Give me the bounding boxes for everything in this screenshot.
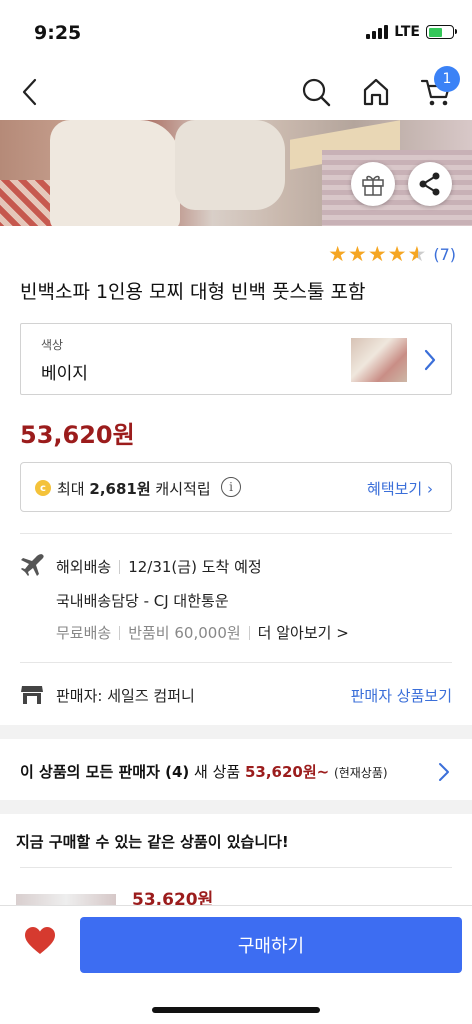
- search-button[interactable]: [298, 74, 334, 110]
- option-selector[interactable]: 색상 베이지: [20, 323, 452, 395]
- seller-name: 판매자: 세일즈 컴퍼니: [56, 687, 195, 705]
- battery-icon: [426, 25, 457, 39]
- status-bar: 9:25 LTE: [0, 0, 472, 64]
- shipping-type: 해외배송: [56, 558, 112, 576]
- heart-icon[interactable]: [24, 926, 56, 956]
- product-image[interactable]: [0, 120, 472, 226]
- current-product-note: (현재상품): [334, 766, 388, 780]
- section-separator: [0, 800, 472, 814]
- shipping-more-link[interactable]: 더 알아보기 >: [258, 624, 349, 642]
- shipping-line-3: 무료배송 반품비 60,000원 더 알아보기 >: [56, 622, 349, 643]
- free-shipping: 무료배송: [56, 624, 112, 642]
- all-sellers-row[interactable]: 이 상품의 모든 판매자 (4) 새 상품 53,620원~ (현재상품): [20, 761, 388, 782]
- home-indicator: [152, 1007, 320, 1013]
- chevron-left-icon: [22, 78, 37, 106]
- arrival-date: 12/31(금) 도착 예정: [128, 558, 262, 576]
- gift-icon: [362, 175, 384, 196]
- shipping-line-1: 해외배송 12/31(금) 도착 예정: [56, 556, 262, 577]
- top-nav: 1: [0, 64, 472, 120]
- gift-button[interactable]: [351, 162, 395, 206]
- all-sellers-label: 이 상품의 모든 판매자 (4): [20, 763, 190, 781]
- half-star-icon: ★: [407, 242, 427, 266]
- star-icon: ★: [387, 242, 407, 266]
- section-separator: [0, 725, 472, 739]
- cash-reward-box: c 최대 2,681원 캐시적립 i 혜택보기 ›: [20, 462, 452, 512]
- cash-suffix: 캐시적립: [155, 480, 211, 498]
- option-thumbnail: [351, 338, 407, 382]
- same-products-title: 지금 구매할 수 있는 같은 상품이 있습니다!: [16, 833, 289, 851]
- option-label: 색상: [41, 338, 64, 352]
- search-icon: [302, 78, 331, 107]
- cash-text: 최대 2,681원 캐시적립: [57, 478, 211, 499]
- seller-products-link[interactable]: 판매자 상품보기: [351, 685, 452, 706]
- rating-summary[interactable]: ★ ★ ★ ★ ★ (7): [328, 244, 456, 265]
- divider: [20, 662, 452, 663]
- benefit-link[interactable]: 혜택보기 ›: [367, 478, 433, 499]
- info-icon[interactable]: i: [221, 477, 241, 497]
- star-icon: ★: [367, 242, 387, 266]
- product-price: 53,620원: [20, 421, 135, 449]
- cash-prefix: 최대: [57, 480, 85, 498]
- status-indicators: LTE: [366, 24, 457, 40]
- divider: [20, 533, 452, 534]
- cart-button[interactable]: 1: [418, 66, 460, 110]
- star-icon: ★: [328, 242, 348, 266]
- airplane-icon: [21, 554, 44, 576]
- all-sellers-price: 53,620원~: [244, 763, 330, 781]
- home-icon: [363, 78, 389, 106]
- share-button[interactable]: [408, 162, 452, 206]
- store-icon: [21, 686, 43, 704]
- cart-count-badge: 1: [434, 66, 460, 92]
- cash-amount: 2,681원: [89, 480, 151, 498]
- network-label: LTE: [394, 24, 420, 40]
- share-icon: [419, 172, 440, 196]
- return-fee: 반품비 60,000원: [128, 624, 241, 642]
- chevron-right-icon[interactable]: [438, 762, 450, 782]
- back-button[interactable]: [12, 74, 48, 110]
- cash-coin-icon: c: [35, 480, 51, 496]
- chevron-right-icon: [424, 349, 436, 371]
- status-time: 9:25: [34, 22, 82, 44]
- signal-icon: [366, 25, 389, 39]
- star-icon: ★: [348, 242, 367, 266]
- bottom-action-bar: 구매하기: [0, 905, 472, 1024]
- product-title: 빈백소파 1인용 모찌 대형 빈백 풋스툴 포함: [20, 281, 366, 303]
- buy-button[interactable]: 구매하기: [80, 917, 462, 973]
- option-value: 베이지: [41, 364, 88, 384]
- new-product-label: 새 상품: [194, 763, 241, 781]
- shipping-carrier: 국내배송담당 - CJ 대한통운: [56, 592, 229, 610]
- product-detail-page: 9:25 LTE 1 ★ ★ ★ ★ ★ (7) 빈백소파 1인용 모찌 대형 …: [0, 0, 472, 1024]
- divider: [20, 867, 452, 868]
- home-button[interactable]: [358, 74, 394, 110]
- review-count[interactable]: (7): [433, 245, 456, 264]
